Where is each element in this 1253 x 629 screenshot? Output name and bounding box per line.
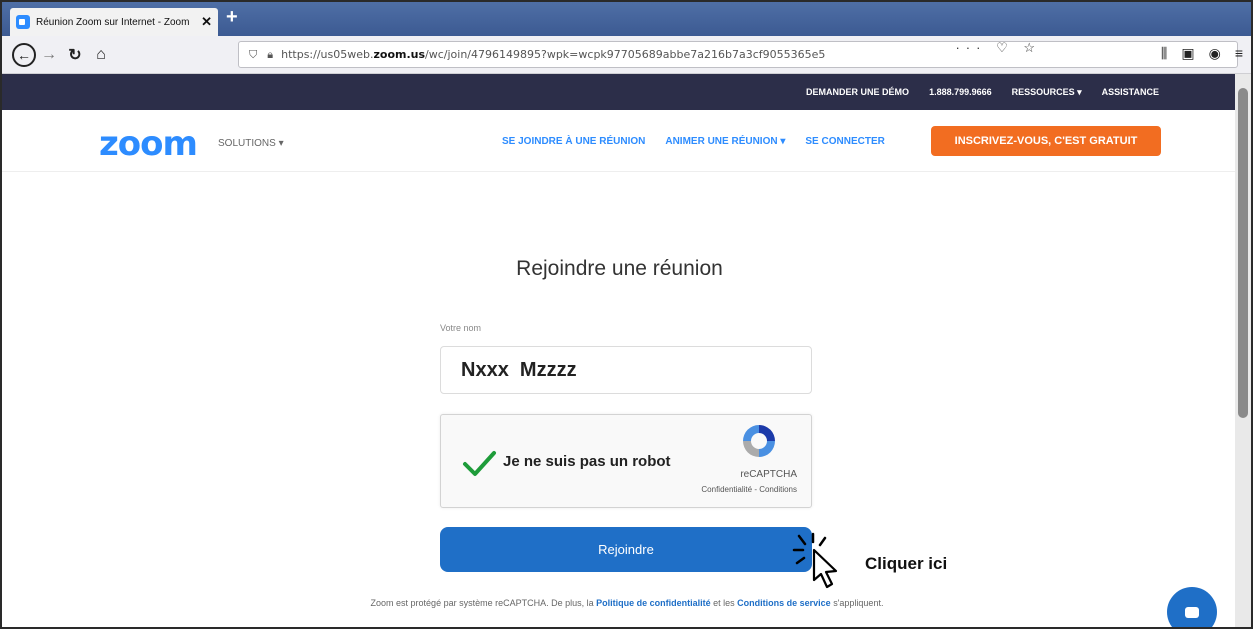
solutions-menu[interactable]: SOLUTIONS ▾ <box>218 138 284 149</box>
host-meeting-menu[interactable]: ANIMER UNE RÉUNION ▾ <box>665 136 785 147</box>
new-tab-button[interactable]: + <box>226 6 238 28</box>
join-meeting-link[interactable]: SE JOINDRE À UNE RÉUNION <box>502 136 645 147</box>
sidebar-icon[interactable]: ▣ <box>1181 45 1194 62</box>
recaptcha-links[interactable]: Confidentialité - Conditions <box>701 485 797 494</box>
zoom-logo[interactable]: zoom <box>99 124 198 164</box>
menu-icon[interactable]: ≡ <box>1235 45 1243 62</box>
name-input[interactable] <box>440 346 812 394</box>
library-icon[interactable]: ⫼ <box>1161 45 1167 62</box>
scrollbar-thumb[interactable] <box>1238 88 1248 418</box>
reload-icon[interactable]: ↻ <box>62 42 88 68</box>
url-text: https://us05web.zoom.us/wc/join/47961498… <box>281 48 826 61</box>
forward-arrow-icon[interactable]: → <box>36 42 62 68</box>
name-field-label: Votre nom <box>440 323 482 333</box>
shield-icon[interactable]: ⛉ <box>249 48 257 62</box>
more-actions-icon[interactable]: ··· <box>955 40 986 55</box>
tab-strip: Réunion Zoom sur Internet - Zoom ✕ + <box>2 2 1251 36</box>
checkmark-icon[interactable] <box>461 445 497 481</box>
account-icon[interactable]: ◉ <box>1209 45 1221 62</box>
site-header: zoom SOLUTIONS ▾ SE JOINDRE À UNE RÉUNIO… <box>2 110 1237 172</box>
page-content: DEMANDER UNE DÉMO 1.888.799.9666 RESSOUR… <box>2 74 1237 627</box>
browser-window: Réunion Zoom sur Internet - Zoom ✕ + ← →… <box>0 0 1253 629</box>
signup-button[interactable]: INSCRIVEZ-VOUS, C'EST GRATUIT <box>931 126 1161 156</box>
request-demo-link[interactable]: DEMANDER UNE DÉMO <box>806 87 909 97</box>
recaptcha-notice: Zoom est protégé par système reCAPTCHA. … <box>370 598 884 608</box>
address-bar[interactable]: ⛉ 🔒︎ https://us05web.zoom.us/wc/join/479… <box>238 41 1238 68</box>
close-tab-icon[interactable]: ✕ <box>201 14 212 30</box>
pointer-hand-icon <box>792 532 838 589</box>
lock-icon[interactable]: 🔒︎ <box>267 48 273 62</box>
resources-menu[interactable]: RESSOURCES ▾ <box>1012 87 1082 98</box>
tab-title: Réunion Zoom sur Internet - Zoom <box>36 16 190 28</box>
page-actions: ··· ♡ ☆ <box>955 40 1041 56</box>
home-icon[interactable]: ⌂ <box>88 42 114 68</box>
join-button[interactable]: Rejoindre <box>440 527 812 572</box>
page-title: Rejoindre une réunion <box>516 257 723 280</box>
main-nav: SE JOINDRE À UNE RÉUNION ANIMER UNE RÉUN… <box>502 136 885 147</box>
vertical-scrollbar[interactable] <box>1235 74 1251 627</box>
bookmark-star-icon[interactable]: ☆ <box>1023 40 1041 55</box>
zoom-favicon-icon <box>16 15 30 29</box>
click-here-annotation: Cliquer ici <box>865 554 948 573</box>
sign-in-link[interactable]: SE CONNECTER <box>805 136 884 147</box>
terms-of-service-link[interactable]: Conditions de service <box>737 598 831 608</box>
navigation-toolbar: ← → ↻ ⌂ ⛉ 🔒︎ https://us05web.zoom.us/wc/… <box>2 36 1251 74</box>
privacy-policy-link[interactable]: Politique de confidentialité <box>596 598 711 608</box>
browser-tab[interactable]: Réunion Zoom sur Internet - Zoom ✕ <box>10 8 218 36</box>
chat-bubble-icon <box>1185 606 1199 618</box>
toolbar-icons: ⫼ ▣ ◉ ≡ <box>1161 45 1243 62</box>
support-link[interactable]: ASSISTANCE <box>1102 87 1159 97</box>
pocket-icon[interactable]: ♡ <box>996 40 1014 55</box>
back-arrow-icon[interactable]: ← <box>12 42 36 67</box>
recaptcha-widget: Je ne suis pas un robot reCAPTCHA Confid… <box>440 414 812 508</box>
recaptcha-brand: reCAPTCHA <box>740 469 797 480</box>
phone-number[interactable]: 1.888.799.9666 <box>929 87 992 97</box>
chat-button[interactable] <box>1167 587 1217 627</box>
recaptcha-logo-icon <box>743 425 775 457</box>
top-utility-bar: DEMANDER UNE DÉMO 1.888.799.9666 RESSOUR… <box>2 74 1237 110</box>
captcha-label: Je ne suis pas un robot <box>503 453 671 470</box>
